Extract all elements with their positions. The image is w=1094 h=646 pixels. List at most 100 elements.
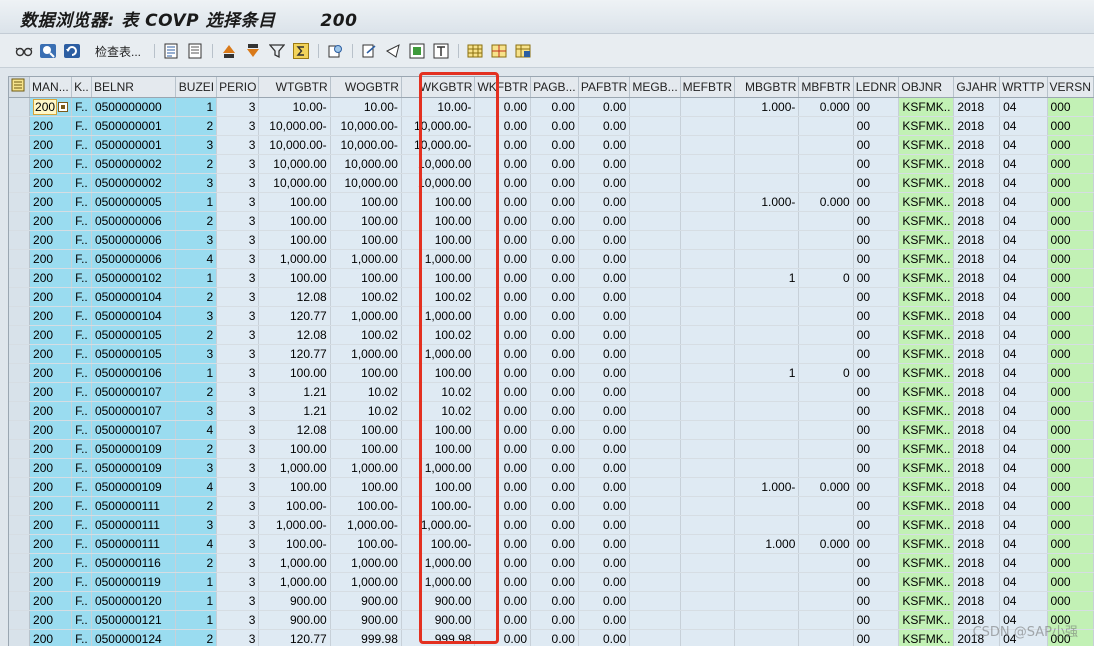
cell-wkgbtr[interactable]: 100.00 — [401, 420, 476, 440]
cell-versn[interactable]: 000 — [1047, 401, 1094, 421]
cell-pagb[interactable]: 0.00 — [530, 382, 579, 402]
cell-pagb[interactable]: 0.00 — [530, 477, 579, 497]
cell-wtgbtr[interactable]: 1,000.00 — [258, 572, 331, 592]
cell-belnr[interactable]: 0500000000 — [91, 97, 177, 117]
cell-wrttp[interactable]: 04 — [999, 363, 1048, 383]
cell-megb[interactable] — [629, 458, 681, 478]
col-header[interactable]: WTGBTR — [258, 77, 331, 98]
cell-pagb[interactable]: 0.00 — [530, 249, 579, 269]
table-row[interactable]: 200 F.. 0500000006 3 3 100.00 100.00 100.00 0.00… — [9, 230, 1094, 250]
cell-k[interactable]: F.. — [71, 116, 92, 136]
cell-gjahr[interactable]: 2018 — [953, 154, 1001, 174]
sort-descending-icon[interactable] — [244, 42, 262, 60]
table-row[interactable]: 200 F.. 0500000106 1 3 100.00 100.00 100.00 0.00… — [9, 363, 1094, 383]
cell-wkfbtr[interactable]: 0.00 — [474, 382, 532, 402]
cell-buzei[interactable]: 2 — [175, 154, 218, 174]
cell-k[interactable]: F.. — [71, 192, 92, 212]
cell-buzei[interactable]: 3 — [175, 401, 218, 421]
detail-icon[interactable] — [162, 42, 180, 60]
cell-objnr[interactable]: KSFMK.. — [898, 382, 955, 402]
cell-mbfbtr[interactable] — [798, 173, 854, 193]
cell-mefbtr[interactable] — [680, 268, 736, 288]
cell-lednr[interactable]: 00 — [853, 306, 900, 326]
cell-wrttp[interactable]: 04 — [999, 382, 1048, 402]
cell-versn[interactable]: 000 — [1047, 135, 1094, 155]
cell-man[interactable]: 200 — [29, 192, 73, 212]
cell-mbfbtr[interactable] — [798, 116, 854, 136]
cell-mefbtr[interactable] — [680, 572, 736, 592]
cell-buzei[interactable]: 2 — [175, 496, 218, 516]
cell-mbfbtr[interactable] — [798, 439, 854, 459]
cell-wtgbtr[interactable]: 100.00- — [258, 534, 331, 554]
cell-wkfbtr[interactable]: 0.00 — [474, 458, 532, 478]
print-preview-icon[interactable] — [326, 42, 344, 60]
cell-k[interactable]: F.. — [71, 230, 92, 250]
row-selector[interactable] — [9, 553, 31, 573]
cell-wrttp[interactable]: 04 — [999, 572, 1048, 592]
cell-wkgbtr[interactable]: 100.00 — [401, 192, 476, 212]
cell-wtgbtr[interactable]: 1,000.00- — [258, 515, 331, 535]
cell-wrttp[interactable]: 04 — [999, 477, 1048, 497]
cell-man[interactable]: 200 — [29, 306, 73, 326]
cell-belnr[interactable]: 0500000001 — [91, 135, 177, 155]
cell-wkfbtr[interactable]: 0.00 — [474, 249, 532, 269]
cell-wkgbtr[interactable]: 100.00 — [401, 439, 476, 459]
cell-belnr[interactable]: 0500000106 — [91, 363, 177, 383]
col-header[interactable]: PERIO — [216, 77, 260, 98]
cell-wogbtr[interactable]: 100.00 — [330, 477, 402, 497]
cell-lednr[interactable]: 00 — [853, 211, 900, 231]
cell-belnr[interactable]: 0500000124 — [91, 629, 177, 646]
cell-mefbtr[interactable] — [680, 401, 736, 421]
cell-gjahr[interactable]: 2018 — [953, 401, 1001, 421]
row-selector[interactable] — [9, 382, 31, 402]
cell-wtgbtr[interactable]: 12.08 — [258, 325, 331, 345]
cell-lednr[interactable]: 00 — [853, 173, 900, 193]
cell-lednr[interactable]: 00 — [853, 382, 900, 402]
cell-pagb[interactable]: 0.00 — [530, 515, 579, 535]
sort-ascending-icon[interactable] — [220, 42, 238, 60]
cell-objnr[interactable]: KSFMK.. — [898, 591, 955, 611]
cell-wkgbtr[interactable]: 1,000.00- — [401, 515, 476, 535]
cell-wogbtr[interactable]: 100.00 — [330, 439, 402, 459]
cell-versn[interactable]: 000 — [1047, 420, 1094, 440]
cell-perio[interactable]: 3 — [216, 363, 260, 383]
cell-versn[interactable]: 000 — [1047, 306, 1094, 326]
cell-pafbtr[interactable]: 0.00 — [578, 116, 631, 136]
cell-perio[interactable]: 3 — [216, 268, 260, 288]
cell-lednr[interactable]: 00 — [853, 97, 900, 117]
cell-mbfbtr[interactable]: 0 — [798, 268, 854, 288]
cell-wogbtr[interactable]: 100.00 — [330, 268, 402, 288]
cell-lednr[interactable]: 00 — [853, 116, 900, 136]
cell-wogbtr[interactable]: 1,000.00 — [330, 572, 402, 592]
cell-belnr[interactable]: 0500000001 — [91, 116, 177, 136]
cell-megb[interactable] — [629, 553, 681, 573]
cell-mbfbtr[interactable] — [798, 249, 854, 269]
cell-wtgbtr[interactable]: 100.00 — [258, 230, 331, 250]
cell-mbfbtr[interactable] — [798, 382, 854, 402]
cell-pafbtr[interactable]: 0.00 — [578, 458, 631, 478]
cell-wrttp[interactable]: 04 — [999, 344, 1048, 364]
cell-k[interactable]: F.. — [71, 534, 92, 554]
cell-objnr[interactable]: KSFMK.. — [898, 268, 955, 288]
cell-mbgbtr[interactable] — [734, 173, 800, 193]
cell-k[interactable]: F.. — [71, 401, 92, 421]
cell-wogbtr[interactable]: 100.00 — [330, 230, 402, 250]
cell-perio[interactable]: 3 — [216, 439, 260, 459]
cell-belnr[interactable]: 0500000116 — [91, 553, 177, 573]
cell-mbfbtr[interactable] — [798, 287, 854, 307]
cell-man[interactable]: 200 — [29, 154, 73, 174]
cell-gjahr[interactable]: 2018 — [953, 230, 1001, 250]
cell-versn[interactable]: 000 — [1047, 192, 1094, 212]
cell-versn[interactable]: 000 — [1047, 287, 1094, 307]
row-selector[interactable] — [9, 287, 31, 307]
cell-megb[interactable] — [629, 306, 681, 326]
table-row[interactable]: 200 F.. 0500000109 2 3 100.00 100.00 100.00 0.00… — [9, 439, 1094, 459]
cell-gjahr[interactable]: 2018 — [953, 496, 1001, 516]
cell-wtgbtr[interactable]: 10,000.00 — [258, 173, 331, 193]
cell-megb[interactable] — [629, 629, 681, 646]
cell-wogbtr[interactable]: 100.02 — [330, 325, 402, 345]
cell-lednr[interactable]: 00 — [853, 192, 900, 212]
cell-versn[interactable]: 000 — [1047, 97, 1094, 117]
cell-mbgbtr[interactable] — [734, 401, 800, 421]
cell-man[interactable]: 200 — [29, 420, 73, 440]
